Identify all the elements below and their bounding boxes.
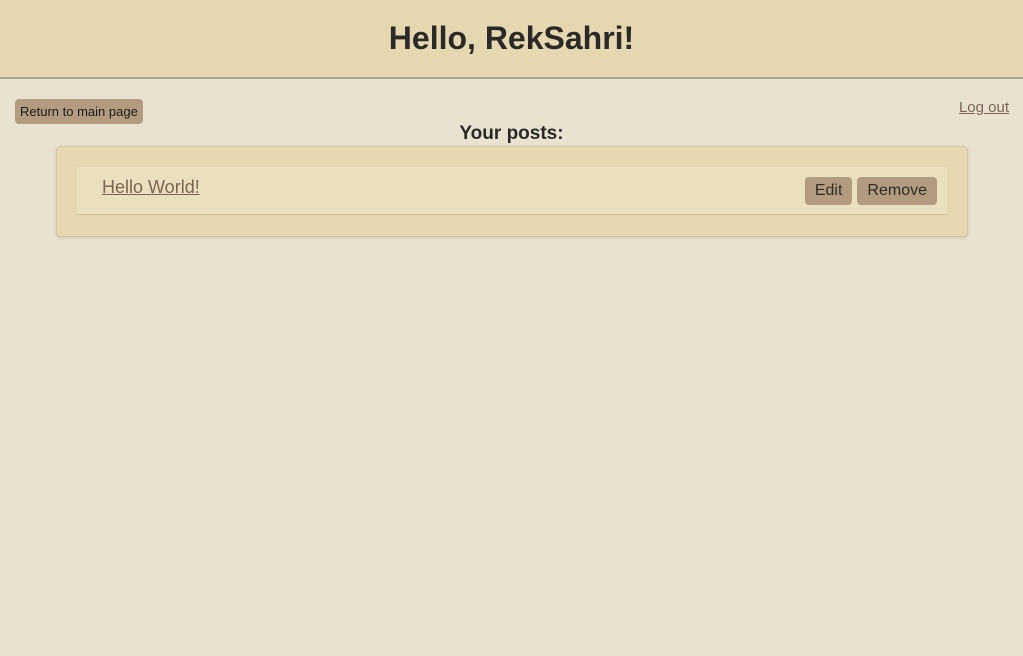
posts-section-title: Your posts:: [459, 123, 564, 144]
greeting-heading: Hello, RekSahri!: [388, 20, 635, 56]
edit-post-button[interactable]: Edit: [804, 177, 853, 205]
post-actions: Edit Remove: [804, 177, 937, 205]
remove-post-button[interactable]: Remove: [857, 177, 937, 205]
posts-panel: Hello World! Edit Remove: [56, 146, 968, 237]
post-row: Hello World! Edit Remove: [77, 167, 947, 215]
page-header: Hello, RekSahri!: [0, 0, 1023, 79]
return-to-main-button[interactable]: Return to main page: [15, 99, 143, 124]
post-title-link[interactable]: Hello World!: [102, 177, 200, 197]
logout-link[interactable]: Log out: [959, 99, 1009, 117]
